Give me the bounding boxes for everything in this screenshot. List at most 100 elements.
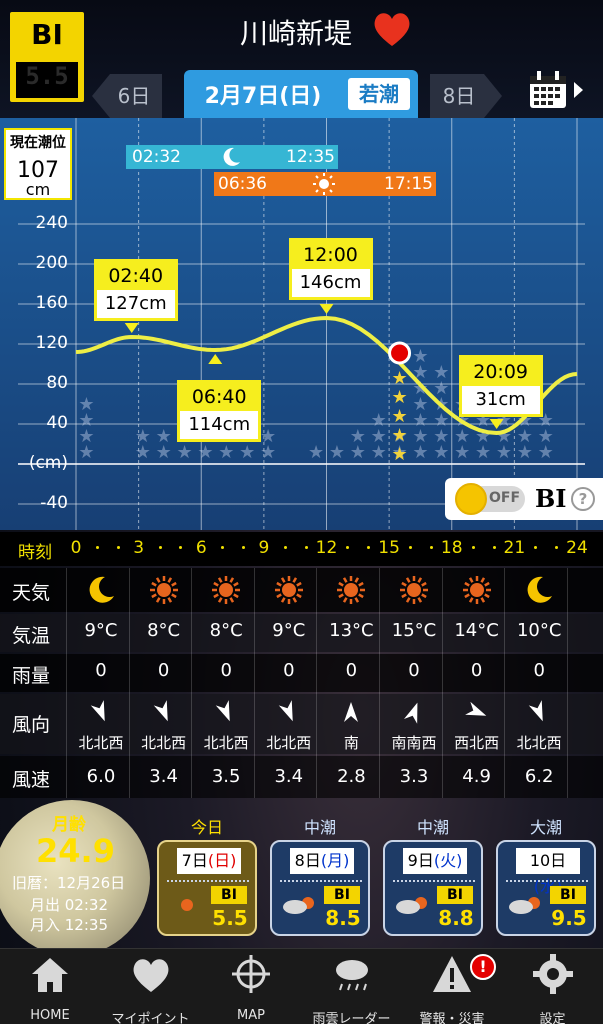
cell-wind-speed: 3.4: [274, 766, 304, 787]
cell-wind-speed: 6.2: [524, 766, 554, 787]
bi-badge-label: BI: [31, 18, 63, 51]
forecast-card[interactable]: 9日(火) BI 8.8: [383, 840, 483, 936]
forecast-day: 8日: [294, 851, 321, 870]
forecast-card[interactable]: 10日(水) BI 9.5: [496, 840, 596, 936]
bi-badge-value: 5.5: [16, 62, 78, 98]
y-tick-label: 80: [46, 373, 68, 393]
time-axis-label: 時刻: [18, 543, 52, 563]
tab-label: 雨雲レーダー: [312, 1012, 391, 1024]
tide-extreme-callout: 06:40 114cm: [177, 380, 262, 442]
extreme-height: 146cm: [291, 269, 370, 297]
bi-toggle[interactable]: OFF BI ?: [445, 478, 603, 520]
sun-time-bar: 06:36 17:15: [214, 172, 436, 196]
wind-arrow-icon: [404, 702, 418, 724]
cell-temp: 15°C: [391, 620, 437, 641]
moonrise-info: 月出 02:32: [30, 896, 108, 914]
rain-cloud-icon: [335, 960, 368, 991]
x-minor-dot: [409, 546, 412, 549]
cell-temp: 14°C: [454, 620, 499, 641]
current-star-icon: ★: [391, 387, 407, 408]
forecast-weekday: (日): [207, 851, 237, 870]
tab-label: 設定: [539, 1012, 566, 1024]
table-divider: [316, 568, 318, 798]
forecast-card[interactable]: 7日(日) BI 5.5: [157, 840, 257, 936]
x-tick-label: 0: [70, 538, 82, 558]
card-separator: [280, 880, 362, 882]
y-tick-label: 120: [35, 333, 68, 353]
current-star-icon: ★: [391, 406, 407, 427]
cloud-sun-icon: [509, 897, 540, 914]
tab-home[interactable]: HOME: [0, 952, 105, 1023]
y-tick-label: 240: [35, 213, 68, 233]
y-tick-label: 40: [46, 413, 68, 433]
cloud-sun-icon: [283, 897, 314, 914]
x-minor-dot: [429, 546, 433, 549]
moonrise-time: 02:32: [132, 147, 181, 167]
tab-crosshair[interactable]: MAP: [196, 952, 306, 1023]
moon-icon: [527, 576, 553, 603]
bi-toggle-knob[interactable]: [455, 483, 487, 515]
crosshair-icon: [232, 955, 270, 993]
cell-wind-direction: 西北西: [454, 734, 500, 752]
current-day-tab: 2月7日(日) 若潮: [184, 70, 418, 118]
gear-icon: [532, 954, 573, 994]
bi-toggle-state: OFF: [489, 490, 521, 506]
current-tide-box: 現在潮位 107 cm: [4, 128, 72, 200]
cell-wind-direction: 南南西: [391, 734, 437, 752]
sun-icon: [212, 576, 241, 604]
table-divider: [191, 568, 193, 798]
moon-icon: [223, 147, 240, 166]
tab-heart-outline[interactable]: マイポイント: [96, 952, 206, 1024]
cell-wind-speed: 2.8: [337, 766, 366, 787]
sun-icon: [149, 576, 178, 604]
table-divider: [379, 568, 380, 798]
cell-rain: 0: [408, 660, 420, 681]
forecast-card[interactable]: 8日(月) BI 8.5: [270, 840, 370, 936]
calendar-arrow-icon[interactable]: [574, 82, 583, 98]
tab-label: マイポイント: [111, 1012, 190, 1024]
forecast-bi-label: BI: [324, 886, 360, 904]
heart-outline-icon: [133, 959, 168, 992]
bi-toggle-label: BI: [535, 484, 567, 513]
x-tick-label: 18: [440, 538, 463, 558]
wind-arrow-icon: [464, 701, 486, 716]
current-star-icon: ★: [391, 444, 407, 465]
cell-wind-direction: 北北西: [516, 734, 562, 752]
extreme-height: 31cm: [461, 386, 540, 414]
tab-rain-cloud[interactable]: 雨雲レーダー: [297, 952, 407, 1024]
cell-wind-speed: 4.9: [462, 766, 491, 787]
current-tide-title: 現在潮位: [10, 135, 66, 151]
forecast-bi-value: 5.5: [212, 906, 248, 930]
card-separator: [167, 880, 249, 882]
tide-extreme-callout: 20:09 31cm: [458, 355, 543, 417]
cell-rain: 0: [220, 660, 232, 681]
forecast-day: 10日: [529, 851, 567, 870]
alert-badge: !: [470, 954, 496, 980]
cell-rain: 0: [283, 660, 295, 681]
table-divider: [253, 568, 255, 798]
warning-icon: [433, 956, 471, 992]
forecast-bi-value: 9.5: [551, 906, 587, 930]
cell-temp: 10°C: [516, 620, 562, 641]
tide-type-badge: 若潮: [348, 78, 410, 110]
extreme-pointer: [124, 323, 139, 333]
moonset-info: 月入 12:35: [30, 916, 108, 934]
bi-badge[interactable]: BI 5.5: [10, 12, 84, 102]
heart-icon[interactable]: [372, 10, 412, 48]
old-calendar-date: 旧暦：12月26日: [12, 874, 126, 892]
cell-wind-direction: 北北西: [141, 734, 187, 752]
moon-time-bar: 02:32 12:35: [126, 145, 338, 169]
y-tick-label: -40: [40, 493, 68, 513]
tab-gear[interactable]: 設定: [498, 952, 603, 1024]
help-icon[interactable]: ?: [571, 487, 595, 511]
x-minor-dot: [283, 546, 287, 549]
current-tide-unit: cm: [25, 180, 51, 199]
calendar-icon[interactable]: [528, 70, 568, 110]
cell-temp: 8°C: [209, 620, 243, 641]
forecast-date: 10日(水): [516, 848, 580, 896]
extreme-pointer: [208, 354, 223, 364]
fishing-star-icon: ★: [412, 346, 428, 367]
sunrise-time: 06:36: [218, 174, 267, 194]
fishing-star-icon: ★: [156, 426, 172, 447]
location-name: 川崎新堤: [240, 17, 353, 50]
